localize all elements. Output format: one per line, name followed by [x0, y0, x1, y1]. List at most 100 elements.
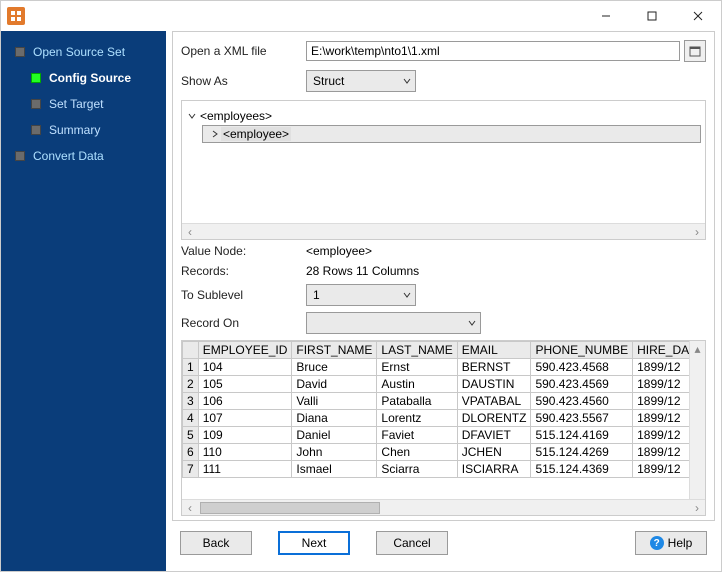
step-label: Convert Data: [33, 149, 104, 163]
scroll-thumb[interactable]: [200, 502, 380, 514]
cell[interactable]: 1899/12: [633, 444, 689, 461]
cell[interactable]: DLORENTZ: [457, 410, 531, 427]
cell[interactable]: David: [292, 376, 377, 393]
scroll-right-icon[interactable]: ›: [689, 500, 705, 516]
cell[interactable]: Diana: [292, 410, 377, 427]
cell[interactable]: Pataballa: [377, 393, 457, 410]
cell[interactable]: Ismael: [292, 461, 377, 478]
maximize-button[interactable]: [629, 1, 675, 31]
column-header[interactable]: HIRE_DA: [633, 342, 689, 359]
step-label: Config Source: [49, 71, 131, 85]
step-convert-data[interactable]: Convert Data: [1, 143, 166, 169]
cell[interactable]: JCHEN: [457, 444, 531, 461]
cell[interactable]: Ernst: [377, 359, 457, 376]
tree-node-child[interactable]: <employee>: [202, 125, 701, 143]
cell[interactable]: Daniel: [292, 427, 377, 444]
cell[interactable]: Chen: [377, 444, 457, 461]
step-summary[interactable]: Summary: [1, 117, 166, 143]
cell[interactable]: 515.124.4369: [531, 461, 633, 478]
scroll-left-icon[interactable]: ‹: [182, 500, 198, 516]
cell[interactable]: BERNST: [457, 359, 531, 376]
row-number: 5: [183, 427, 199, 444]
cell[interactable]: Faviet: [377, 427, 457, 444]
column-header[interactable]: PHONE_NUMBE: [531, 342, 633, 359]
cell[interactable]: VPATABAL: [457, 393, 531, 410]
data-grid[interactable]: EMPLOYEE_IDFIRST_NAMELAST_NAMEEMAILPHONE…: [181, 340, 706, 516]
dialog-window: Open Source Set Config Source Set Target…: [0, 0, 722, 572]
help-button[interactable]: ? Help: [635, 531, 707, 555]
step-set-target[interactable]: Set Target: [1, 91, 166, 117]
recordon-select[interactable]: [306, 312, 481, 334]
table-row[interactable]: 4107DianaLorentzDLORENTZ590.423.55671899…: [183, 410, 690, 427]
cell[interactable]: 1899/12: [633, 427, 689, 444]
cell[interactable]: 107: [198, 410, 292, 427]
table-row[interactable]: 1104BruceErnstBERNST590.423.45681899/12: [183, 359, 690, 376]
tree-node-label: <employees>: [198, 109, 274, 123]
cell[interactable]: Sciarra: [377, 461, 457, 478]
scroll-left-icon[interactable]: ‹: [182, 224, 198, 240]
cell[interactable]: 590.423.5567: [531, 410, 633, 427]
row-number: 6: [183, 444, 199, 461]
chevron-down-icon: [468, 316, 476, 330]
cancel-button[interactable]: Cancel: [376, 531, 448, 555]
column-header[interactable]: EMAIL: [457, 342, 531, 359]
cell[interactable]: DFAVIET: [457, 427, 531, 444]
close-button[interactable]: [675, 1, 721, 31]
next-button[interactable]: Next: [278, 531, 350, 555]
cell[interactable]: 105: [198, 376, 292, 393]
cell[interactable]: 590.423.4568: [531, 359, 633, 376]
cell[interactable]: 1899/12: [633, 461, 689, 478]
scroll-up-icon[interactable]: ▴: [690, 341, 705, 357]
back-button[interactable]: Back: [180, 531, 252, 555]
step-label: Summary: [49, 123, 100, 137]
column-header[interactable]: LAST_NAME: [377, 342, 457, 359]
cell[interactable]: 109: [198, 427, 292, 444]
cell[interactable]: 515.124.4269: [531, 444, 633, 461]
table-row[interactable]: 3106ValliPataballaVPATABAL590.423.456018…: [183, 393, 690, 410]
cell[interactable]: Valli: [292, 393, 377, 410]
tree-node-root[interactable]: <employees>: [186, 107, 701, 125]
column-header[interactable]: FIRST_NAME: [292, 342, 377, 359]
cell[interactable]: ISCIARRA: [457, 461, 531, 478]
collapse-icon[interactable]: [186, 109, 198, 123]
sublevel-label: To Sublevel: [181, 288, 306, 302]
cell[interactable]: 515.124.4169: [531, 427, 633, 444]
cell[interactable]: DAUSTIN: [457, 376, 531, 393]
cell[interactable]: 590.423.4560: [531, 393, 633, 410]
chevron-down-icon: [403, 288, 411, 302]
cell[interactable]: 590.423.4569: [531, 376, 633, 393]
expand-icon[interactable]: [209, 127, 221, 141]
table-row[interactable]: 2105DavidAustinDAUSTIN590.423.45691899/1…: [183, 376, 690, 393]
scroll-right-icon[interactable]: ›: [689, 224, 705, 240]
cell[interactable]: Austin: [377, 376, 457, 393]
cell[interactable]: 104: [198, 359, 292, 376]
config-panel: Open a XML file Show As Struct: [172, 31, 715, 521]
grid-h-scrollbar[interactable]: ‹ ›: [182, 499, 705, 515]
cell[interactable]: 106: [198, 393, 292, 410]
cell[interactable]: 1899/12: [633, 410, 689, 427]
grid-v-scrollbar[interactable]: ▴: [689, 341, 705, 499]
step-open-source-set[interactable]: Open Source Set: [1, 39, 166, 65]
column-header[interactable]: EMPLOYEE_ID: [198, 342, 292, 359]
tree-h-scrollbar[interactable]: ‹ ›: [182, 223, 705, 239]
step-config-source[interactable]: Config Source: [1, 65, 166, 91]
cell[interactable]: 1899/12: [633, 359, 689, 376]
table-row[interactable]: 5109DanielFavietDFAVIET515.124.41691899/…: [183, 427, 690, 444]
row-header-blank: [183, 342, 199, 359]
cell[interactable]: 1899/12: [633, 393, 689, 410]
table-row[interactable]: 6110JohnChenJCHEN515.124.42691899/12: [183, 444, 690, 461]
cell[interactable]: 1899/12: [633, 376, 689, 393]
cell[interactable]: Lorentz: [377, 410, 457, 427]
chevron-down-icon: [403, 74, 411, 88]
sublevel-select[interactable]: 1: [306, 284, 416, 306]
cell[interactable]: John: [292, 444, 377, 461]
minimize-button[interactable]: [583, 1, 629, 31]
show-as-select[interactable]: Struct: [306, 70, 416, 92]
open-file-input[interactable]: [306, 41, 680, 61]
cell[interactable]: 110: [198, 444, 292, 461]
table-row[interactable]: 7111IsmaelSciarraISCIARRA515.124.4369189…: [183, 461, 690, 478]
browse-button[interactable]: [684, 40, 706, 62]
cell[interactable]: Bruce: [292, 359, 377, 376]
cell[interactable]: 111: [198, 461, 292, 478]
xml-tree[interactable]: <employees> <employee> ‹ ›: [181, 100, 706, 240]
